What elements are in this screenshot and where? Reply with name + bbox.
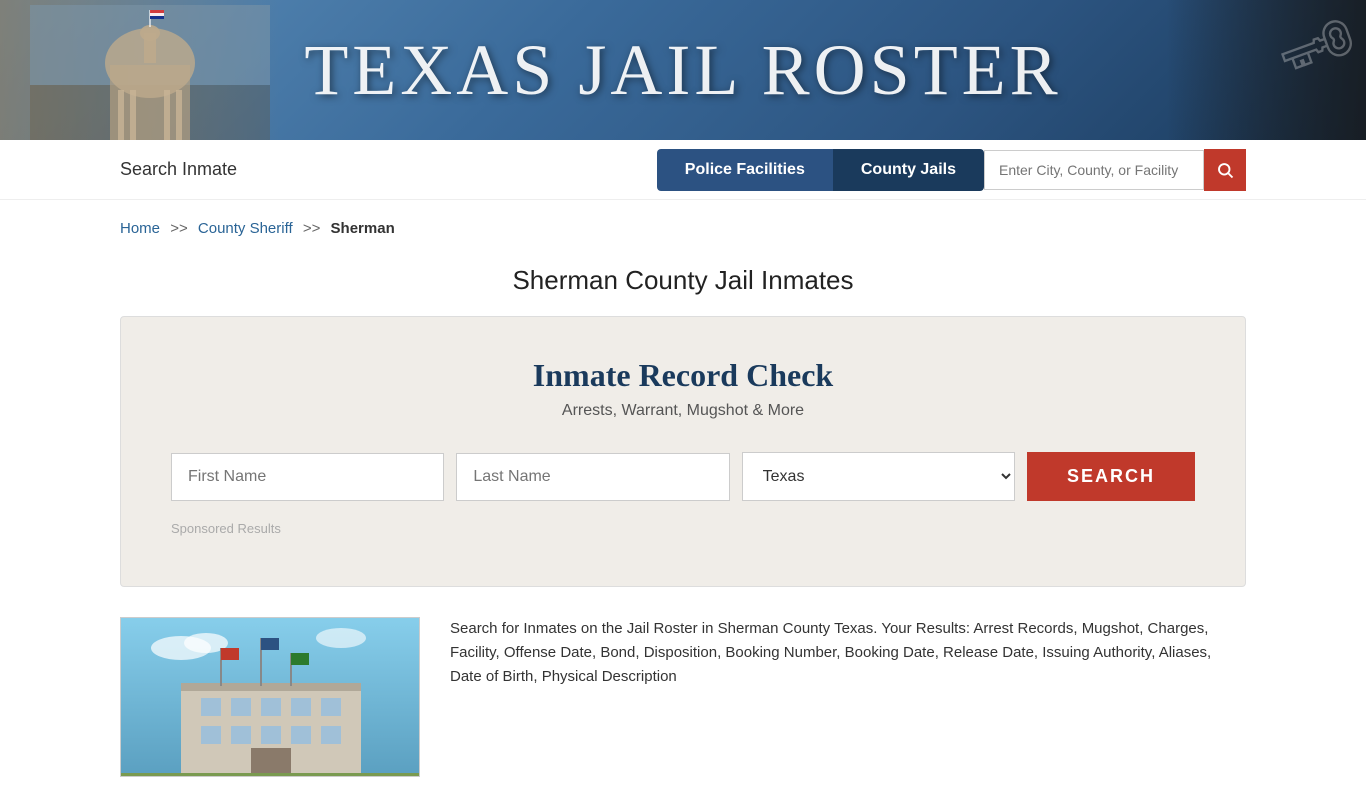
facility-search-input[interactable] <box>984 150 1204 190</box>
navbar-right: Police Facilities County Jails <box>657 149 1246 191</box>
record-check-box: Inmate Record Check Arrests, Warrant, Mu… <box>120 316 1246 587</box>
header-banner: Texas Jail Roster 🗝 <box>0 0 1366 140</box>
police-facilities-button[interactable]: Police Facilities <box>657 149 833 191</box>
bottom-section: Search for Inmates on the Jail Roster in… <box>0 617 1366 807</box>
breadcrumb-home[interactable]: Home <box>120 220 160 237</box>
facility-search-button[interactable] <box>1204 149 1246 191</box>
last-name-input[interactable] <box>456 453 729 501</box>
breadcrumb-current: Sherman <box>331 220 395 237</box>
record-check-title: Inmate Record Check <box>171 357 1195 394</box>
county-jails-button[interactable]: County Jails <box>833 149 984 191</box>
search-icon <box>1216 161 1234 179</box>
sponsored-results-label: Sponsored Results <box>171 521 1195 536</box>
bottom-description: Search for Inmates on the Jail Roster in… <box>450 617 1246 777</box>
breadcrumb-county-sheriff[interactable]: County Sheriff <box>198 220 293 237</box>
building-image <box>120 617 420 777</box>
building-illustration <box>121 618 420 777</box>
search-submit-button[interactable]: SEARCH <box>1027 452 1195 501</box>
search-inmate-label: Search Inmate <box>120 159 237 180</box>
site-title: Texas Jail Roster <box>304 29 1061 112</box>
capitol-illustration <box>30 5 270 140</box>
breadcrumb-sep-2: >> <box>303 220 321 237</box>
first-name-input[interactable] <box>171 453 444 501</box>
breadcrumb: Home >> County Sheriff >> Sherman <box>0 200 1366 247</box>
navbar: Search Inmate Police Facilities County J… <box>0 140 1366 200</box>
state-select[interactable]: AlabamaAlaskaArizonaArkansasCaliforniaCo… <box>742 452 1015 501</box>
search-form-row: AlabamaAlaskaArizonaArkansasCaliforniaCo… <box>171 452 1195 501</box>
breadcrumb-sep-1: >> <box>170 220 188 237</box>
record-check-subtitle: Arrests, Warrant, Mugshot & More <box>171 402 1195 420</box>
page-title: Sherman County Jail Inmates <box>0 265 1366 296</box>
